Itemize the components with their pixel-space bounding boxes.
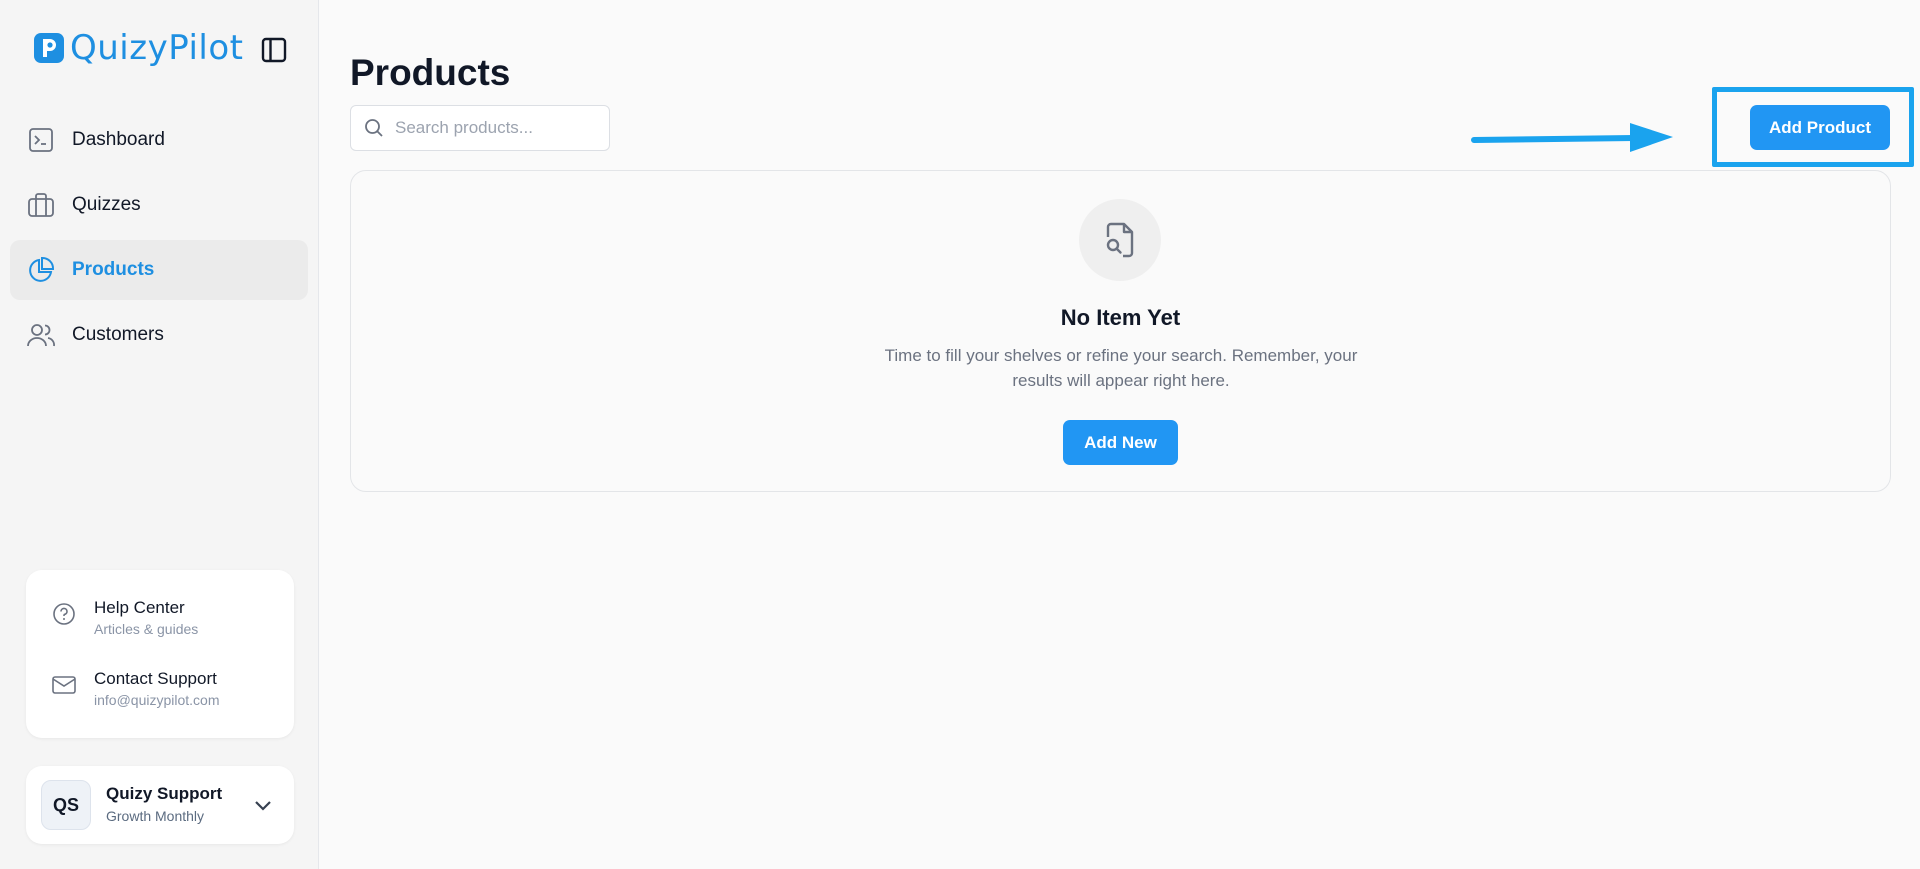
contact-support-email: info@quizypilot.com: [94, 692, 220, 708]
mail-icon: [50, 671, 78, 699]
app: QuizyPilot Dashboard Quizzes Products Cu…: [0, 0, 1920, 869]
search-icon: [363, 117, 385, 139]
add-new-button[interactable]: Add New: [1063, 420, 1178, 465]
sidebar: QuizyPilot Dashboard Quizzes Products Cu…: [0, 0, 319, 869]
sidebar-nav: Dashboard Quizzes Products Customers: [10, 110, 308, 370]
empty-state: No Item Yet Time to fill your shelves or…: [350, 170, 1891, 492]
sidebar-item-label: Customers: [72, 324, 164, 345]
brand-logo[interactable]: QuizyPilot: [34, 30, 244, 66]
brand-name: QuizyPilot: [70, 28, 244, 68]
terminal-icon: [26, 125, 56, 155]
help-center-title: Help Center: [94, 598, 185, 617]
sidebar-item-customers[interactable]: Customers: [10, 305, 308, 365]
search-input[interactable]: [395, 118, 595, 138]
user-menu[interactable]: QS Quizy Support Growth Monthly: [26, 766, 294, 844]
empty-state-description: Time to fill your shelves or refine your…: [884, 346, 1358, 390]
sidebar-item-label: Quizzes: [72, 194, 141, 215]
page-title: Products: [350, 52, 511, 93]
sidebar-item-dashboard[interactable]: Dashboard: [10, 110, 308, 170]
chevron-down-icon[interactable]: [250, 792, 276, 818]
pie-chart-icon: [26, 255, 56, 285]
sidebar-toggle-button[interactable]: [258, 34, 290, 66]
avatar: QS: [41, 780, 91, 830]
help-center-subtitle: Articles & guides: [94, 621, 199, 637]
sidebar-panel-icon: [261, 37, 287, 63]
file-search-icon: [1079, 199, 1161, 281]
empty-state-title: No Item Yet: [1060, 305, 1181, 330]
sidebar-item-label: Dashboard: [72, 129, 165, 150]
annotation-arrow-icon: [1471, 123, 1673, 152]
help-card: Help Center Articles & guides Contact Su…: [26, 570, 294, 738]
search-box[interactable]: [350, 105, 610, 151]
contact-support-link[interactable]: Contact Support info@quizypilot.com: [50, 669, 220, 708]
sidebar-item-products[interactable]: Products: [10, 240, 308, 300]
user-plan: Growth Monthly: [106, 808, 205, 824]
help-circle-icon: [50, 600, 78, 628]
sidebar-item-quizzes[interactable]: Quizzes: [10, 175, 308, 235]
brand-mark-icon: [34, 33, 64, 63]
briefcase-icon: [26, 190, 56, 220]
help-center-link[interactable]: Help Center Articles & guides: [50, 598, 198, 637]
sidebar-item-label: Products: [72, 259, 155, 280]
contact-support-title: Contact Support: [94, 669, 217, 688]
users-icon: [26, 320, 56, 350]
add-product-button[interactable]: Add Product: [1750, 105, 1890, 150]
user-name: Quizy Support: [106, 784, 223, 803]
